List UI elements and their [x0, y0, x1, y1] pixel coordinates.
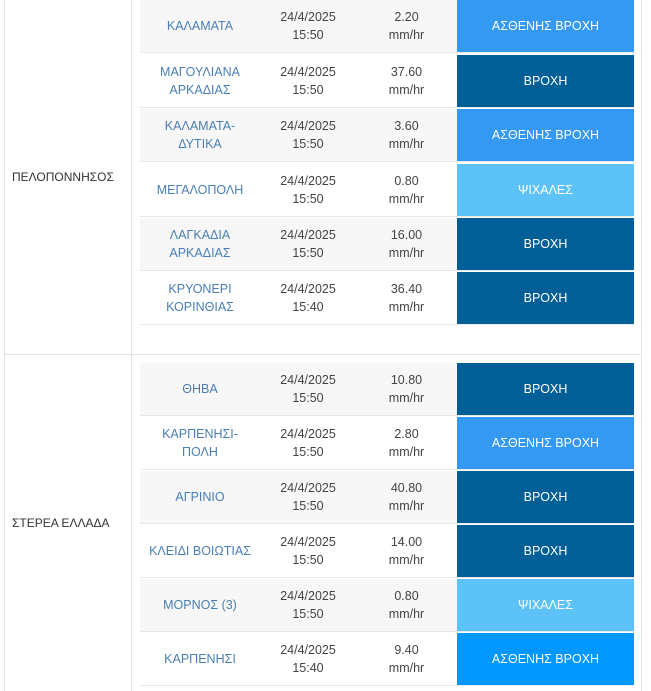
station-name[interactable]: ΘΗΒΑ — [140, 363, 260, 415]
table-row: ΚΡΥΟΝΕΡΙ ΚΟΡΙΝΘΙΑΣ 24/4/2025 15:40 36.40 mm… — [140, 272, 634, 325]
rain-rate: 2.20 mm/hr — [388, 10, 425, 42]
table-row: ΚΑΛΑΜΑΤΑ- ΔΥΤΙΚΑ 24/4/2025 15:50 3.60 mm/hr… — [140, 109, 634, 162]
status-badge: ΑΣΘΕΝΗΣ ΒΡΟΧΗ — [457, 0, 634, 52]
table-row: ΚΑΛΑΜΑΤΑ 24/4/2025 15:50 2.20 mm/hr ΑΣΘΕΝΗ… — [140, 0, 634, 53]
table-row: ΜΟΡΝΟΣ (3) 24/4/2025 15:50 0.80 mm/hr ΨΙΧΑ… — [140, 579, 634, 632]
status-badge: ΑΣΘΕΝΗΣ ΒΡΟΧΗ — [457, 109, 634, 161]
timestamp: 24/4/2025 15:50 — [280, 10, 336, 42]
station-name[interactable]: ΚΑΛΑΜΑΤΑ- ΔΥΤΙΚΑ — [140, 109, 260, 161]
station-name[interactable]: ΜΑΓΟΥΛΙΑΝΑ ΑΡΚΑΔΙΑΣ — [140, 55, 260, 107]
rain-rate: 16.00 mm/hr — [388, 228, 425, 260]
table-row: ΚΑΡΠΕΝΗΣΙ- ΠΟΛΗ 24/4/2025 15:50 2.80 mm/hr … — [140, 417, 634, 470]
station-name[interactable]: ΜΕΓΑΛΟΠΟΛΗ — [140, 164, 260, 216]
rain-rate: 2.80 mm/hr — [388, 427, 425, 459]
timestamp: 24/4/2025 15:50 — [280, 119, 336, 151]
timestamp: 24/4/2025 15:50 — [280, 228, 336, 260]
rain-rate: 9.40 mm/hr — [388, 643, 425, 675]
status-badge: ΒΡΟΧΗ — [457, 272, 634, 324]
rain-rate: 0.80 mm/hr — [388, 589, 425, 621]
station-name[interactable]: ΚΛΕΙΔΙ ΒΟΙΩΤΙΑΣ — [140, 525, 260, 577]
rain-rate: 0.80 mm/hr — [388, 174, 425, 206]
table-row: ΜΕΓΑΛΟΠΟΛΗ 24/4/2025 15:50 0.80 mm/hr ΨΙΧΑ… — [140, 164, 634, 217]
rain-rate: 3.60 mm/hr — [388, 119, 425, 151]
timestamp: 24/4/2025 15:50 — [280, 535, 336, 567]
timestamp: 24/4/2025 15:50 — [280, 589, 336, 621]
status-badge: ΨΙΧΑΛΕΣ — [457, 164, 634, 216]
station-name[interactable]: ΚΑΡΠΕΝΗΣΙ- ΠΟΛΗ — [140, 417, 260, 469]
region-divider — [131, 0, 132, 354]
timestamp: 24/4/2025 15:50 — [280, 481, 336, 513]
table-row: ΚΑΡΠΕΝΗΣΙ 24/4/2025 15:40 9.40 mm/hr ΑΣΘΕΝ… — [140, 633, 634, 686]
timestamp: 24/4/2025 15:50 — [280, 427, 336, 459]
station-name[interactable]: ΜΟΡΝΟΣ (3) — [140, 579, 260, 631]
status-badge: ΒΡΟΧΗ — [457, 525, 634, 577]
rain-rate: 40.80 mm/hr — [388, 481, 425, 513]
status-badge: ΒΡΟΧΗ — [457, 218, 634, 270]
table-row: ΜΑΓΟΥΛΙΑΝΑ ΑΡΚΑΔΙΑΣ 24/4/2025 15:50 37.60 m… — [140, 55, 634, 108]
rain-rate: 14.00 mm/hr — [388, 535, 425, 567]
table-row: ΘΗΒΑ 24/4/2025 15:50 10.80 mm/hr ΒΡΟΧΗ — [140, 363, 634, 416]
rain-rate: 37.60 mm/hr — [388, 65, 425, 97]
station-name[interactable]: ΑΓΡΙΝΙΟ — [140, 471, 260, 523]
region-label: ΣΤΕΡΕΑ ΕΛΛΑΔΑ — [12, 516, 110, 530]
status-badge: ΒΡΟΧΗ — [457, 55, 634, 107]
table-row: ΑΓΡΙΝΙΟ 24/4/2025 15:50 40.80 mm/hr ΒΡΟΧΗ — [140, 471, 634, 524]
region-divider — [131, 355, 132, 691]
status-badge: ΑΣΘΕΝΗΣ ΒΡΟΧΗ — [457, 633, 634, 685]
status-badge: ΑΣΘΕΝΗΣ ΒΡΟΧΗ — [457, 417, 634, 469]
status-badge: ΒΡΟΧΗ — [457, 471, 634, 523]
region-label: ΠΕΛΟΠΟΝΝΗΣΟΣ — [12, 170, 114, 184]
station-name[interactable]: ΛΑΓΚΑΔΙΑ ΑΡΚΑΔΙΑΣ — [140, 218, 260, 270]
status-badge: ΒΡΟΧΗ — [457, 363, 634, 415]
timestamp: 24/4/2025 15:50 — [280, 373, 336, 405]
status-badge: ΨΙΧΑΛΕΣ — [457, 579, 634, 631]
station-name[interactable]: ΚΡΥΟΝΕΡΙ ΚΟΡΙΝΘΙΑΣ — [140, 272, 260, 324]
station-name[interactable]: ΚΑΡΠΕΝΗΣΙ — [140, 633, 260, 685]
station-name[interactable]: ΚΑΛΑΜΑΤΑ — [140, 0, 260, 52]
table-row: ΛΑΓΚΑΔΙΑ ΑΡΚΑΔΙΑΣ 24/4/2025 15:50 16.00 mm/… — [140, 218, 634, 271]
timestamp: 24/4/2025 15:40 — [280, 282, 336, 314]
timestamp: 24/4/2025 15:50 — [280, 65, 336, 97]
timestamp: 24/4/2025 15:50 — [280, 174, 336, 206]
rain-rate: 36.40 mm/hr — [388, 282, 425, 314]
timestamp: 24/4/2025 15:40 — [280, 643, 336, 675]
table-row: ΚΛΕΙΔΙ ΒΟΙΩΤΙΑΣ 24/4/2025 15:50 14.00 mm/h… — [140, 525, 634, 578]
rain-rate: 10.80 mm/hr — [388, 373, 425, 405]
